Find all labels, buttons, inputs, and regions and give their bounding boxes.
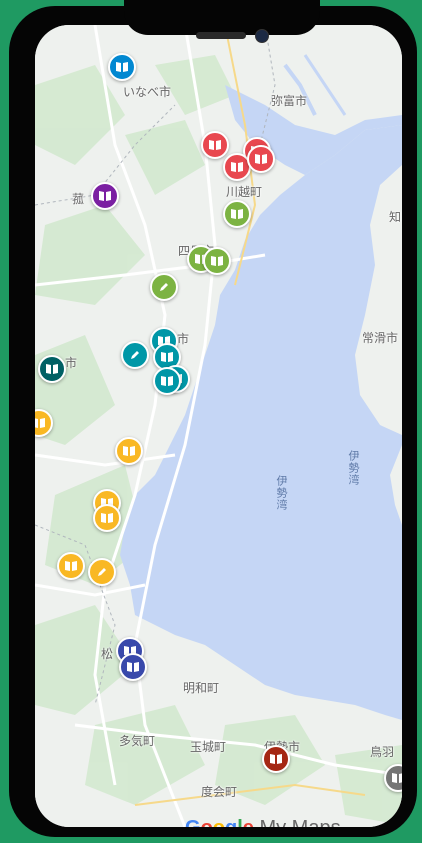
map-marker[interactable]: [153, 367, 181, 395]
book-icon: [160, 375, 174, 387]
map-marker[interactable]: [247, 145, 275, 173]
place-label-kameyama: 市: [65, 356, 78, 370]
place-label-chita: 知: [389, 210, 402, 224]
google-my-maps-attribution: Google My Maps: [185, 817, 341, 827]
place-label-komono: 菰: [72, 192, 85, 206]
pen-icon: [129, 349, 141, 361]
front-camera: [255, 29, 269, 43]
map-marker[interactable]: [115, 437, 143, 465]
place-label-kawagoe: 川越町: [226, 185, 263, 199]
book-icon: [35, 417, 46, 429]
book-icon: [391, 772, 402, 784]
place-label-matsusaka: 松: [101, 647, 114, 661]
book-icon: [230, 208, 244, 220]
book-icon: [100, 512, 114, 524]
map-marker[interactable]: [88, 558, 116, 586]
place-label-yatomi: 弥富市: [271, 94, 308, 108]
book-icon: [230, 161, 244, 173]
my-maps-label: My Maps: [259, 817, 340, 827]
place-label-toba: 鳥羽: [370, 745, 395, 759]
map-marker[interactable]: [201, 131, 229, 159]
pen-icon: [158, 281, 170, 293]
map-marker[interactable]: [38, 355, 66, 383]
google-logo: Google: [185, 817, 254, 827]
book-icon: [98, 190, 112, 202]
book-icon: [122, 445, 136, 457]
map-marker[interactable]: [91, 182, 119, 210]
book-icon: [45, 363, 59, 375]
place-label-tokoname: 常滑市: [362, 331, 399, 345]
place-label-taki: 多気町: [119, 734, 156, 748]
book-icon: [254, 153, 268, 165]
map-marker[interactable]: [203, 247, 231, 275]
book-icon: [210, 255, 224, 267]
map-marker[interactable]: [223, 200, 251, 228]
map-marker[interactable]: [150, 273, 178, 301]
map-marker[interactable]: [119, 653, 147, 681]
place-label-watarai: 度会町: [201, 785, 238, 799]
pen-icon: [96, 566, 108, 578]
bay-label-1: 伊勢湾: [275, 475, 288, 511]
map-marker[interactable]: [57, 552, 85, 580]
book-icon: [115, 61, 129, 73]
place-label-inabe: いなべ市: [123, 85, 172, 99]
map-marker[interactable]: [108, 53, 136, 81]
bay-label-2: 伊勢湾: [347, 450, 360, 486]
map-marker[interactable]: [93, 504, 121, 532]
map-view[interactable]: いなべ市 弥富市 川越町 菰 知 四日市 市 常滑市 市 松 明和町 多気町 玉…: [35, 25, 402, 827]
place-label-suzuka: 市: [177, 332, 190, 346]
place-label-meiwa: 明和町: [183, 681, 220, 695]
phone-notch: [124, 0, 320, 35]
book-icon: [208, 139, 222, 151]
book-icon: [269, 753, 283, 765]
book-icon: [160, 351, 174, 363]
map-marker[interactable]: [262, 745, 290, 773]
place-label-tamaki: 玉城町: [190, 740, 227, 754]
book-icon: [126, 661, 140, 673]
book-icon: [64, 560, 78, 572]
speaker-grille: [196, 32, 246, 39]
map-marker[interactable]: [121, 341, 149, 369]
